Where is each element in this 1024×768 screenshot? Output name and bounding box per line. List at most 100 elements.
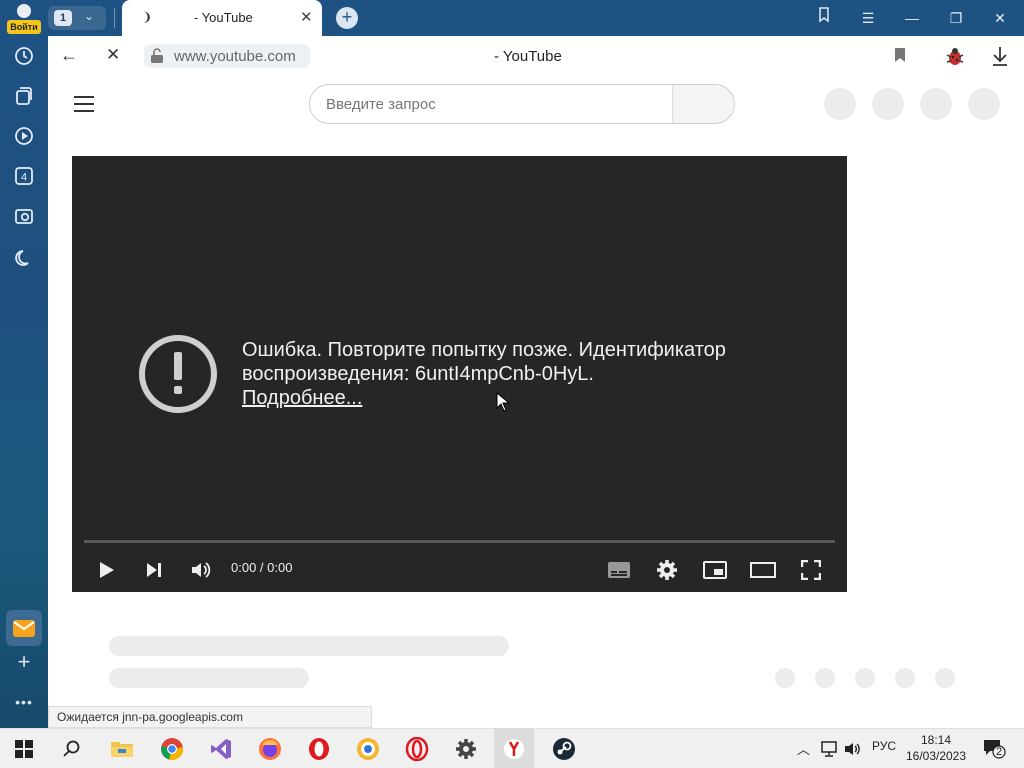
- folder-icon: [111, 742, 133, 757]
- search-button[interactable]: [672, 85, 734, 123]
- tab-counter-button[interactable]: 1 ⌄: [48, 6, 106, 30]
- placeholder-circle: [920, 88, 952, 120]
- search-icon: [63, 740, 80, 757]
- skeleton-dot: [855, 668, 875, 688]
- network-icon[interactable]: [820, 741, 838, 757]
- opera-button[interactable]: [305, 735, 333, 763]
- history-icon[interactable]: [12, 44, 36, 68]
- restore-button[interactable]: ❐: [944, 6, 968, 30]
- volume-icon: [192, 562, 211, 578]
- steam-button[interactable]: [550, 735, 578, 763]
- error-text: Ошибка. Повторите попытку позже. Идентиф…: [242, 339, 726, 385]
- mail-icon: [13, 620, 35, 637]
- chevron-down-icon: ⌄: [84, 9, 95, 23]
- visual-studio-button[interactable]: [207, 735, 235, 763]
- visual-studio-icon: [211, 739, 231, 759]
- extension-bug-icon[interactable]: [944, 45, 966, 67]
- chevron-up-icon[interactable]: ︿: [797, 739, 810, 758]
- login-button[interactable]: Войти: [6, 4, 42, 34]
- chrome-button[interactable]: [158, 735, 186, 763]
- address-bar: ← ✕ www.youtube.com - YouTube: [48, 36, 1024, 76]
- stop-loading-icon[interactable]: ✕: [106, 45, 120, 65]
- close-tab-icon[interactable]: ✕: [300, 8, 313, 26]
- gear-icon: [456, 739, 476, 759]
- browser-sidebar: Войти 4 + •••: [0, 0, 48, 728]
- yandex-browser-button[interactable]: [494, 729, 534, 768]
- bookmark-icon[interactable]: [894, 47, 906, 63]
- more-icon[interactable]: •••: [12, 694, 36, 714]
- clock[interactable]: 18:14 16/03/2023: [904, 732, 968, 764]
- search-button[interactable]: [58, 735, 86, 763]
- active-tab[interactable]: ❩ - YouTube ✕: [122, 0, 322, 36]
- language-indicator[interactable]: РУС: [872, 739, 896, 753]
- badge-number: 4: [21, 172, 27, 184]
- close-window-button[interactable]: ✕: [988, 6, 1012, 30]
- menu-icon[interactable]: ☰: [856, 6, 880, 30]
- miniplayer-button[interactable]: [701, 556, 729, 584]
- start-button[interactable]: [10, 735, 38, 763]
- circle-browser-icon: [357, 738, 379, 760]
- volume-icon[interactable]: [844, 741, 862, 757]
- tab-title: - YouTube: [194, 10, 253, 25]
- theater-mode-button[interactable]: [749, 556, 777, 584]
- fullscreen-icon: [801, 560, 821, 580]
- skeleton-dot: [935, 668, 955, 688]
- new-tab-button[interactable]: +: [336, 7, 358, 29]
- search-input[interactable]: [310, 85, 672, 123]
- video-icon[interactable]: [12, 124, 36, 148]
- steam-icon: [553, 738, 575, 760]
- notifications-button[interactable]: 2: [982, 737, 1006, 761]
- screenshot-icon[interactable]: [12, 204, 36, 228]
- play-button[interactable]: [92, 556, 120, 584]
- play-icon: [100, 562, 114, 578]
- learn-more-link[interactable]: Подробнее...: [242, 386, 362, 410]
- skeleton-title: [109, 636, 509, 656]
- divider: [114, 8, 115, 28]
- settings-app-button[interactable]: [452, 735, 480, 763]
- tab-count: 1: [54, 10, 72, 26]
- firefox-icon: [259, 738, 281, 760]
- placeholder-circle: [968, 88, 1000, 120]
- settings-button[interactable]: [653, 556, 681, 584]
- search-box: [309, 84, 735, 124]
- windows-taskbar: ︿ РУС 18:14 16/03/2023 2: [0, 728, 1024, 768]
- subtitles-icon: [608, 562, 630, 578]
- url-field[interactable]: www.youtube.com: [144, 44, 310, 68]
- skeleton-dot: [815, 668, 835, 688]
- tab-bar: 1 ⌄ ❩ - YouTube ✕ + ☰ — ❐ ✕: [48, 0, 1024, 36]
- progress-bar[interactable]: [84, 540, 835, 543]
- opera-gx-button[interactable]: [403, 735, 431, 763]
- video-player[interactable]: Ошибка. Повторите попытку позже. Идентиф…: [72, 156, 847, 592]
- error-message: Ошибка. Повторите попытку позже. Идентиф…: [242, 338, 802, 410]
- loading-spinner-icon: ❩: [142, 10, 153, 24]
- download-icon[interactable]: [990, 45, 1010, 67]
- browser-button[interactable]: [354, 735, 382, 763]
- user-avatar-icon: [17, 4, 31, 18]
- yandex-icon: [504, 739, 524, 759]
- status-text: Ожидается jnn-pa.googleapis.com: [48, 706, 372, 728]
- page-title: - YouTube: [494, 48, 562, 65]
- fullscreen-button[interactable]: [797, 556, 825, 584]
- error-exclamation-icon: [139, 335, 217, 413]
- login-label: Войти: [7, 20, 41, 34]
- badge-4-icon[interactable]: 4: [12, 164, 36, 188]
- volume-button[interactable]: [187, 556, 215, 584]
- mail-app-button[interactable]: [6, 610, 42, 646]
- subtitles-button[interactable]: [605, 556, 633, 584]
- firefox-button[interactable]: [256, 735, 284, 763]
- next-button[interactable]: [140, 556, 168, 584]
- collections-icon[interactable]: [12, 84, 36, 108]
- back-arrow-icon[interactable]: ←: [60, 45, 78, 66]
- windows-logo-icon: [15, 740, 33, 758]
- skeleton-dot: [775, 668, 795, 688]
- opera-icon: [309, 738, 329, 760]
- bookmarks-panel-icon[interactable]: [812, 6, 836, 30]
- clock-date: 16/03/2023: [905, 749, 967, 763]
- moon-icon[interactable]: [12, 246, 36, 270]
- chrome-icon: [161, 738, 184, 760]
- lock-icon[interactable]: [150, 48, 164, 64]
- hamburger-menu-icon[interactable]: [74, 96, 94, 112]
- minimize-button[interactable]: —: [900, 6, 924, 30]
- file-explorer-button[interactable]: [108, 735, 136, 763]
- add-panel-button[interactable]: +: [12, 650, 36, 674]
